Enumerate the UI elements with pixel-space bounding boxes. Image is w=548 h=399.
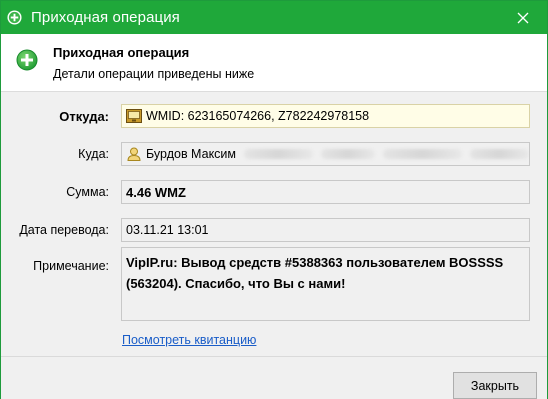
header-subtitle: Детали операции приведены ниже [53,67,255,81]
plus-circle-icon [16,49,38,71]
redacted-text [383,149,462,159]
from-value: WMID: 623165074266, Z782242978158 [146,109,370,123]
date-field[interactable]: 03.11.21 13:01 [121,218,530,242]
from-field[interactable]: WMID: 623165074266, Z782242978158 [121,104,530,128]
to-label: Куда: [78,147,109,161]
title-bar[interactable]: Приходная операция [1,1,547,34]
redacted-text [469,149,529,159]
amount-value: 4.46 WMZ [126,184,186,200]
plus-circle-icon [7,10,22,25]
window-close-button[interactable] [503,1,543,34]
date-label: Дата перевода: [19,223,109,237]
date-value: 03.11.21 13:01 [126,223,209,237]
amount-label: Сумма: [66,185,109,199]
redacted-text [320,149,376,159]
close-button[interactable]: Закрыть [453,372,537,399]
to-value: Бурдов Максим [146,147,237,161]
note-line-1: VipIP.ru: Вывод средств #5388363 пользов… [126,255,504,270]
redacted-text [244,149,313,159]
from-label: Откуда: [59,109,109,124]
header-title: Приходная операция [53,45,190,60]
note-line-2: (563204). Спасибо, что Вы с нами! [126,276,346,291]
window-title: Приходная операция [31,9,180,26]
note-label: Примечание: [33,259,109,273]
header-panel: Приходная операция Детали операции приве… [1,34,547,92]
view-receipt-link[interactable]: Посмотреть квитанцию [122,333,256,347]
to-field[interactable]: Бурдов Максим [121,142,530,166]
note-field[interactable]: VipIP.ru: Вывод средств #5388363 пользов… [121,247,530,321]
person-certificate-icon [127,147,141,161]
footer: Закрыть [1,356,547,399]
wallet-icon [126,109,142,123]
amount-field[interactable]: 4.46 WMZ [121,180,530,204]
dialog-window: Приходная операция Приходная операция Де… [0,0,548,399]
close-icon [517,12,529,23]
